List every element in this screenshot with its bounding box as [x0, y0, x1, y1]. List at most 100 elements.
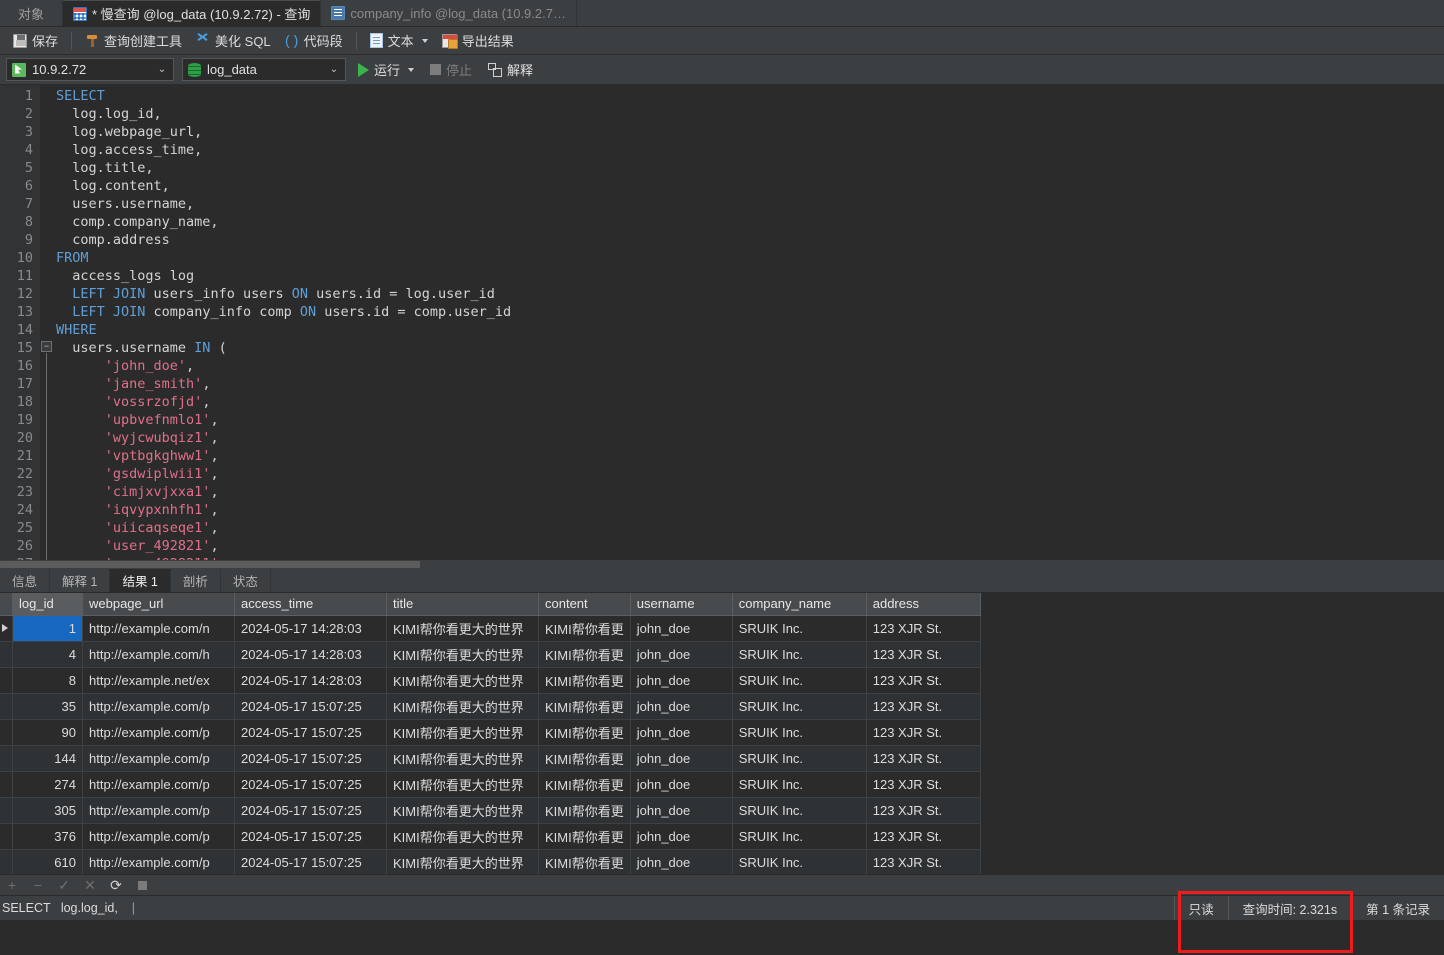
refresh-button[interactable]: ⟳: [108, 878, 124, 892]
cell-content[interactable]: KIMI帮你看更: [538, 615, 631, 642]
query-builder-button[interactable]: 查询创建工具: [78, 29, 189, 53]
column-header-username[interactable]: username: [630, 593, 733, 616]
cell-username[interactable]: john_doe: [630, 771, 733, 798]
cell-log_id[interactable]: 376: [12, 823, 83, 850]
cell-access_time[interactable]: 2024-05-17 15:07:25: [234, 849, 387, 874]
code-snippet-button[interactable]: ( ) 代码段: [278, 29, 350, 53]
cell-username[interactable]: john_doe: [630, 693, 733, 720]
chevron-down-icon[interactable]: ⌄: [155, 64, 169, 75]
table-row[interactable]: 274 http://example.com/p 2024-05-17 15:07:…: [0, 771, 981, 798]
cancel-edit-button[interactable]: ✕: [82, 878, 98, 892]
table-row[interactable]: 144 http://example.com/p 2024-05-17 15:07:…: [0, 745, 981, 772]
row-marker[interactable]: [0, 719, 13, 746]
cell-username[interactable]: john_doe: [630, 667, 733, 694]
cell-address[interactable]: 123 XJR St.: [866, 641, 981, 668]
cell-address[interactable]: 123 XJR St.: [866, 849, 981, 874]
cell-access_time[interactable]: 2024-05-17 14:28:03: [234, 615, 387, 642]
cell-content[interactable]: KIMI帮你看更: [538, 641, 631, 668]
cell-log_id[interactable]: 610: [12, 849, 83, 874]
table-row[interactable]: 35 http://example.com/p 2024-05-17 15:07:2…: [0, 693, 981, 720]
explain-button[interactable]: 解释: [484, 58, 537, 81]
cell-access_time[interactable]: 2024-05-17 15:07:25: [234, 823, 387, 850]
cell-title[interactable]: KIMI帮你看更大的世界: [386, 641, 539, 668]
row-marker[interactable]: [0, 849, 13, 874]
table-row[interactable]: 610 http://example.com/p 2024-05-17 15:07:…: [0, 849, 981, 874]
result-tab-2[interactable]: 结果 1: [110, 569, 171, 592]
cell-title[interactable]: KIMI帮你看更大的世界: [386, 849, 539, 874]
cell-company_name[interactable]: SRUIK Inc.: [732, 641, 867, 668]
run-button[interactable]: 运行: [354, 58, 418, 81]
result-grid[interactable]: log_id webpage_url access_time title content…: [0, 593, 1444, 874]
result-tab-0[interactable]: 信息: [0, 569, 51, 592]
cell-webpage_url[interactable]: http://example.com/p: [82, 693, 235, 720]
cell-username[interactable]: john_doe: [630, 641, 733, 668]
grid-corner-header[interactable]: [0, 593, 13, 616]
column-header-title[interactable]: title: [386, 593, 539, 616]
cell-address[interactable]: 123 XJR St.: [866, 719, 981, 746]
save-button[interactable]: 保存: [6, 29, 65, 53]
beautify-sql-button[interactable]: 美化 SQL: [189, 29, 278, 53]
table-row[interactable]: 8 http://example.net/ex 2024-05-17 14:28:0…: [0, 667, 981, 694]
export-result-button[interactable]: 导出结果: [435, 29, 521, 53]
chevron-down-icon[interactable]: ⌄: [327, 64, 341, 75]
cell-webpage_url[interactable]: http://example.com/n: [82, 615, 235, 642]
cell-webpage_url[interactable]: http://example.net/ex: [82, 667, 235, 694]
cell-access_time[interactable]: 2024-05-17 14:28:03: [234, 667, 387, 694]
row-marker[interactable]: [0, 615, 13, 642]
cell-address[interactable]: 123 XJR St.: [866, 823, 981, 850]
cell-username[interactable]: john_doe: [630, 797, 733, 824]
cell-access_time[interactable]: 2024-05-17 15:07:25: [234, 745, 387, 772]
cell-company_name[interactable]: SRUIK Inc.: [732, 667, 867, 694]
result-tab-3[interactable]: 剖析: [171, 569, 221, 592]
cell-title[interactable]: KIMI帮你看更大的世界: [386, 797, 539, 824]
cell-company_name[interactable]: SRUIK Inc.: [732, 771, 867, 798]
cell-webpage_url[interactable]: http://example.com/p: [82, 823, 235, 850]
cell-content[interactable]: KIMI帮你看更: [538, 745, 631, 772]
editor-scrollbar-thumb[interactable]: [0, 561, 420, 568]
column-header-log_id[interactable]: log_id: [12, 593, 83, 616]
cell-content[interactable]: KIMI帮你看更: [538, 849, 631, 874]
tab-object[interactable]: 对象: [0, 0, 64, 26]
column-header-access_time[interactable]: access_time: [234, 593, 387, 616]
table-row[interactable]: 376 http://example.com/p 2024-05-17 15:07:…: [0, 823, 981, 850]
add-record-button[interactable]: +: [4, 878, 20, 892]
cell-webpage_url[interactable]: http://example.com/p: [82, 745, 235, 772]
connection-select[interactable]: 10.9.2.72 ⌄: [6, 58, 174, 81]
cell-title[interactable]: KIMI帮你看更大的世界: [386, 615, 539, 642]
table-row[interactable]: 305 http://example.com/p 2024-05-17 15:07:…: [0, 797, 981, 824]
row-marker[interactable]: [0, 797, 13, 824]
cell-address[interactable]: 123 XJR St.: [866, 667, 981, 694]
cell-content[interactable]: KIMI帮你看更: [538, 771, 631, 798]
cell-company_name[interactable]: SRUIK Inc.: [732, 745, 867, 772]
stop-loading-button[interactable]: [134, 878, 150, 892]
column-header-address[interactable]: address: [866, 593, 981, 616]
cell-username[interactable]: john_doe: [630, 745, 733, 772]
cell-username[interactable]: john_doe: [630, 823, 733, 850]
cell-address[interactable]: 123 XJR St.: [866, 693, 981, 720]
row-marker[interactable]: [0, 667, 13, 694]
chevron-down-icon[interactable]: [421, 38, 428, 43]
column-header-company_name[interactable]: company_name: [732, 593, 867, 616]
cell-company_name[interactable]: SRUIK Inc.: [732, 823, 867, 850]
cell-title[interactable]: KIMI帮你看更大的世界: [386, 823, 539, 850]
cell-address[interactable]: 123 XJR St.: [866, 771, 981, 798]
cell-log_id[interactable]: 305: [12, 797, 83, 824]
text-view-button[interactable]: 文本: [363, 29, 435, 53]
confirm-edit-button[interactable]: ✓: [56, 878, 72, 892]
cell-access_time[interactable]: 2024-05-17 15:07:25: [234, 719, 387, 746]
table-row[interactable]: 90 http://example.com/p 2024-05-17 15:07:2…: [0, 719, 981, 746]
cell-content[interactable]: KIMI帮你看更: [538, 667, 631, 694]
database-select[interactable]: log_data ⌄: [182, 58, 346, 81]
cell-webpage_url[interactable]: http://example.com/p: [82, 771, 235, 798]
column-header-content[interactable]: content: [538, 593, 631, 616]
cell-address[interactable]: 123 XJR St.: [866, 615, 981, 642]
cell-username[interactable]: john_doe: [630, 615, 733, 642]
editor-code-area[interactable]: SELECT log.log_id, log.webpage_url, log.…: [56, 87, 1444, 569]
cell-title[interactable]: KIMI帮你看更大的世界: [386, 693, 539, 720]
cell-username[interactable]: john_doe: [630, 849, 733, 874]
cell-webpage_url[interactable]: http://example.com/p: [82, 797, 235, 824]
chevron-down-icon[interactable]: [408, 67, 415, 72]
cell-log_id[interactable]: 35: [12, 693, 83, 720]
cell-title[interactable]: KIMI帮你看更大的世界: [386, 745, 539, 772]
cell-username[interactable]: john_doe: [630, 719, 733, 746]
